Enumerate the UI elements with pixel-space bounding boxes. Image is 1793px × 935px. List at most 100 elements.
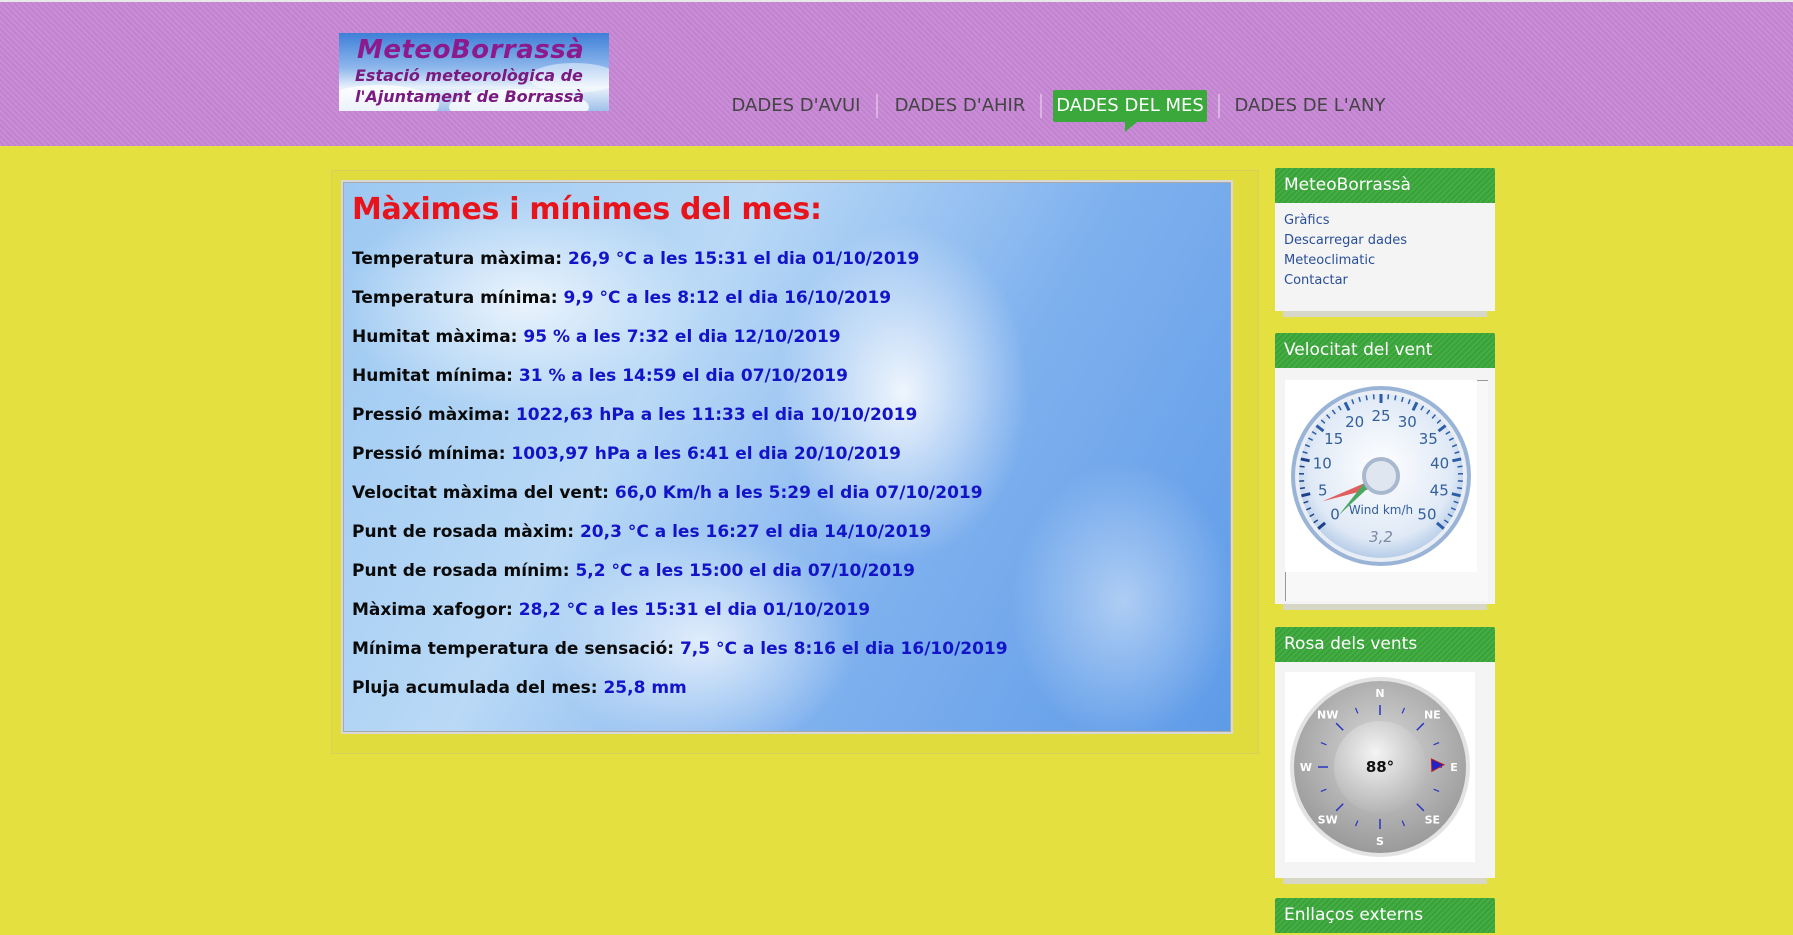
stat-value: 25,8 mm <box>603 678 687 698</box>
page-title: Màximes i mínimes del mes: <box>352 192 822 227</box>
gauge-tick-label: 35 <box>1419 430 1438 448</box>
stat-label: Humitat mínima: <box>352 366 513 386</box>
gauge-tick <box>1457 465 1463 468</box>
stat-value: 28,2 °C a les 15:31 el dia 01/10/2019 <box>518 600 871 620</box>
gauge-unit-label: Wind km/h <box>1349 503 1413 517</box>
stat-value: 7,5 °C a les 8:16 el dia 16/10/2019 <box>679 639 1008 659</box>
nav-dades-avui[interactable]: DADES D'AVUI <box>726 90 866 122</box>
gauge-tick <box>1365 395 1368 401</box>
stat-row: Temperatura màxima: 26,9 °C a les 15:31 … <box>352 249 919 269</box>
stat-label: Pluja acumulada del mes: <box>352 678 598 698</box>
gauge-tick <box>1456 487 1463 490</box>
site-logo[interactable]: MeteoBorrassà Estació meteorològica de l… <box>339 33 609 111</box>
stat-row: Mínima temperatura de sensació: 7,5 °C a… <box>352 639 1008 659</box>
stat-row: Humitat mínima: 31 % a les 14:59 el dia … <box>352 366 848 386</box>
stat-row: Punt de rosada màxim: 20,3 °C a les 16:2… <box>352 522 931 542</box>
gauge-tick-label: 40 <box>1430 455 1449 473</box>
gauge-tick-label: 45 <box>1430 482 1449 500</box>
box-shadow <box>1283 878 1487 884</box>
stat-row: Humitat màxima: 95 % a les 7:32 el dia 1… <box>352 327 841 347</box>
gauge-tick-label: 5 <box>1318 482 1328 500</box>
gauge-tick-label: 20 <box>1345 413 1364 431</box>
compass-label: S <box>1376 835 1384 848</box>
stat-row: Velocitat màxima del vent: 66,0 Km/h a l… <box>352 483 983 503</box>
stat-label: Màxima xafogor: <box>352 600 513 620</box>
nav-separator <box>876 94 878 118</box>
stat-label: Punt de rosada mínim: <box>352 561 570 581</box>
nav-dades-mes[interactable]: DADES DEL MES <box>1053 90 1207 132</box>
stat-label: Pressió màxima: <box>352 405 510 425</box>
stat-value: 5,2 °C a les 15:00 el dia 07/10/2019 <box>575 561 915 581</box>
stat-label: Punt de rosada màxim: <box>352 522 575 542</box>
compass-label: E <box>1450 761 1458 774</box>
nav-dades-ahir[interactable]: DADES D'AHIR <box>892 90 1028 122</box>
stat-row: Màxima xafogor: 28,2 °C a les 15:31 el d… <box>352 600 870 620</box>
stat-value: 1022,63 hPa a les 11:33 el dia 10/10/201… <box>515 405 918 425</box>
compass-readout: 88° <box>1366 758 1394 776</box>
link-meteoclimatic[interactable]: Meteoclimatic <box>1275 251 1495 271</box>
box-shadow <box>1283 604 1487 610</box>
stat-row: Temperatura mínima: 9,9 °C a les 8:12 el… <box>352 288 891 308</box>
link-descarregar-dades[interactable]: Descarregar dades <box>1275 231 1495 251</box>
nav-separator <box>1040 94 1042 118</box>
stat-label: Velocitat màxima del vent: <box>352 483 609 503</box>
gauge-tick <box>1451 492 1461 498</box>
stat-value: 31 % a les 14:59 el dia 07/10/2019 <box>518 366 848 386</box>
nav-separator <box>1218 94 1220 118</box>
stat-value: 20,3 °C a les 16:27 el dia 14/10/2019 <box>579 522 932 542</box>
gauge-tick-label: 15 <box>1324 430 1343 448</box>
gauge-tick <box>1300 457 1310 463</box>
link-grafics[interactable]: Gràfics <box>1275 211 1495 231</box>
gauge-tick <box>1452 457 1462 463</box>
logo-subtitle-2: l'Ajuntament de Borrassà <box>355 87 585 106</box>
gauge-tick-label: 30 <box>1398 413 1417 431</box>
wind-gauge-container: 0 5 10 15 20 25 30 35 40 45 50 Wind km/h 3,2 <box>1275 368 1495 604</box>
box-shadow <box>1283 311 1487 317</box>
gauge-tick-label: 25 <box>1371 407 1390 425</box>
stat-value: 1003,97 hPa a les 6:41 el dia 20/10/2019 <box>511 444 901 464</box>
stat-row: Pressió màxima: 1022,63 hPa a les 11:33 … <box>352 405 917 425</box>
stat-label: Mínima temperatura de sensació: <box>352 639 675 659</box>
stat-value: 66,0 Km/h a les 5:29 el dia 07/10/2019 <box>614 483 983 503</box>
compass-label: N <box>1375 687 1384 700</box>
compass-label: NW <box>1317 709 1338 722</box>
wind-speed-gauge: 05 10 1520 25 3035 40 45 50 Wind km/h 3,2 <box>1285 380 1477 572</box>
sidebar-box-meteoborrassa: MeteoBorrassà Gràfics Descarregar dades … <box>1275 168 1495 317</box>
stat-label: Pressió mínima: <box>352 444 506 464</box>
wind-direction-compass: N NE E SE S SW W NW 88° <box>1285 672 1475 862</box>
compass-label: SW <box>1318 813 1338 826</box>
compass-label: SE <box>1425 813 1440 826</box>
compass-label: NE <box>1424 709 1441 722</box>
stat-value: 95 % a les 7:32 el dia 12/10/2019 <box>523 327 841 347</box>
monthly-extremes-panel: Màximes i mínimes del mes: Temperatura m… <box>341 180 1233 734</box>
compass-label: W <box>1300 761 1312 774</box>
stat-label: Temperatura màxima: <box>352 249 563 269</box>
sidebar-box-title: Rosa dels vents <box>1275 627 1495 662</box>
stat-row: Pressió mínima: 1003,97 hPa a les 6:41 e… <box>352 444 901 464</box>
sidebar-links: Gràfics Descarregar dades Meteoclimatic … <box>1275 203 1495 311</box>
gauge-readout: 3,2 <box>1369 528 1393 546</box>
logo-title: MeteoBorrassà <box>357 35 585 65</box>
sidebar-box-title: Enllaços externs <box>1275 898 1495 933</box>
gauge-tick-label: 10 <box>1313 455 1332 473</box>
gauge-tick <box>1394 395 1397 401</box>
stat-value: 9,9 °C a les 8:12 el dia 16/10/2019 <box>563 288 892 308</box>
sidebar-box-wind-speed: Velocitat del vent 0 5 10 15 20 25 30 35 40 45 50 … <box>1275 333 1495 610</box>
stat-row: Punt de rosada mínim: 5,2 °C a les 15:00… <box>352 561 915 581</box>
compass-container: N NE E SE S SW W NW 88° <box>1275 662 1495 878</box>
stat-label: Temperatura mínima: <box>352 288 558 308</box>
site-header: MeteoBorrassà Estació meteorològica de l… <box>0 2 1793 146</box>
sidebar-box-external-links: Enllaços externs <box>1275 898 1495 933</box>
logo-subtitle-1: Estació meteorològica de <box>355 66 583 85</box>
gauge-tick-label: 0 <box>1330 506 1340 524</box>
sidebar-box-wind-rose: Rosa dels vents N NE E SE S SW W NW 88° <box>1275 627 1495 884</box>
stat-value: 26,9 °C a les 15:31 el dia 01/10/2019 <box>568 249 920 269</box>
link-contactar[interactable]: Contactar <box>1275 271 1495 291</box>
nav-dades-any[interactable]: DADES DE L'ANY <box>1232 90 1388 122</box>
sidebar-box-title: Velocitat del vent <box>1275 333 1495 368</box>
stat-label: Humitat màxima: <box>352 327 518 347</box>
gauge-tick <box>1301 492 1311 498</box>
gauge-tick <box>1299 465 1305 468</box>
stat-row: Pluja acumulada del mes: 25,8 mm <box>352 678 687 698</box>
sidebar-box-title: MeteoBorrassà <box>1275 168 1495 203</box>
